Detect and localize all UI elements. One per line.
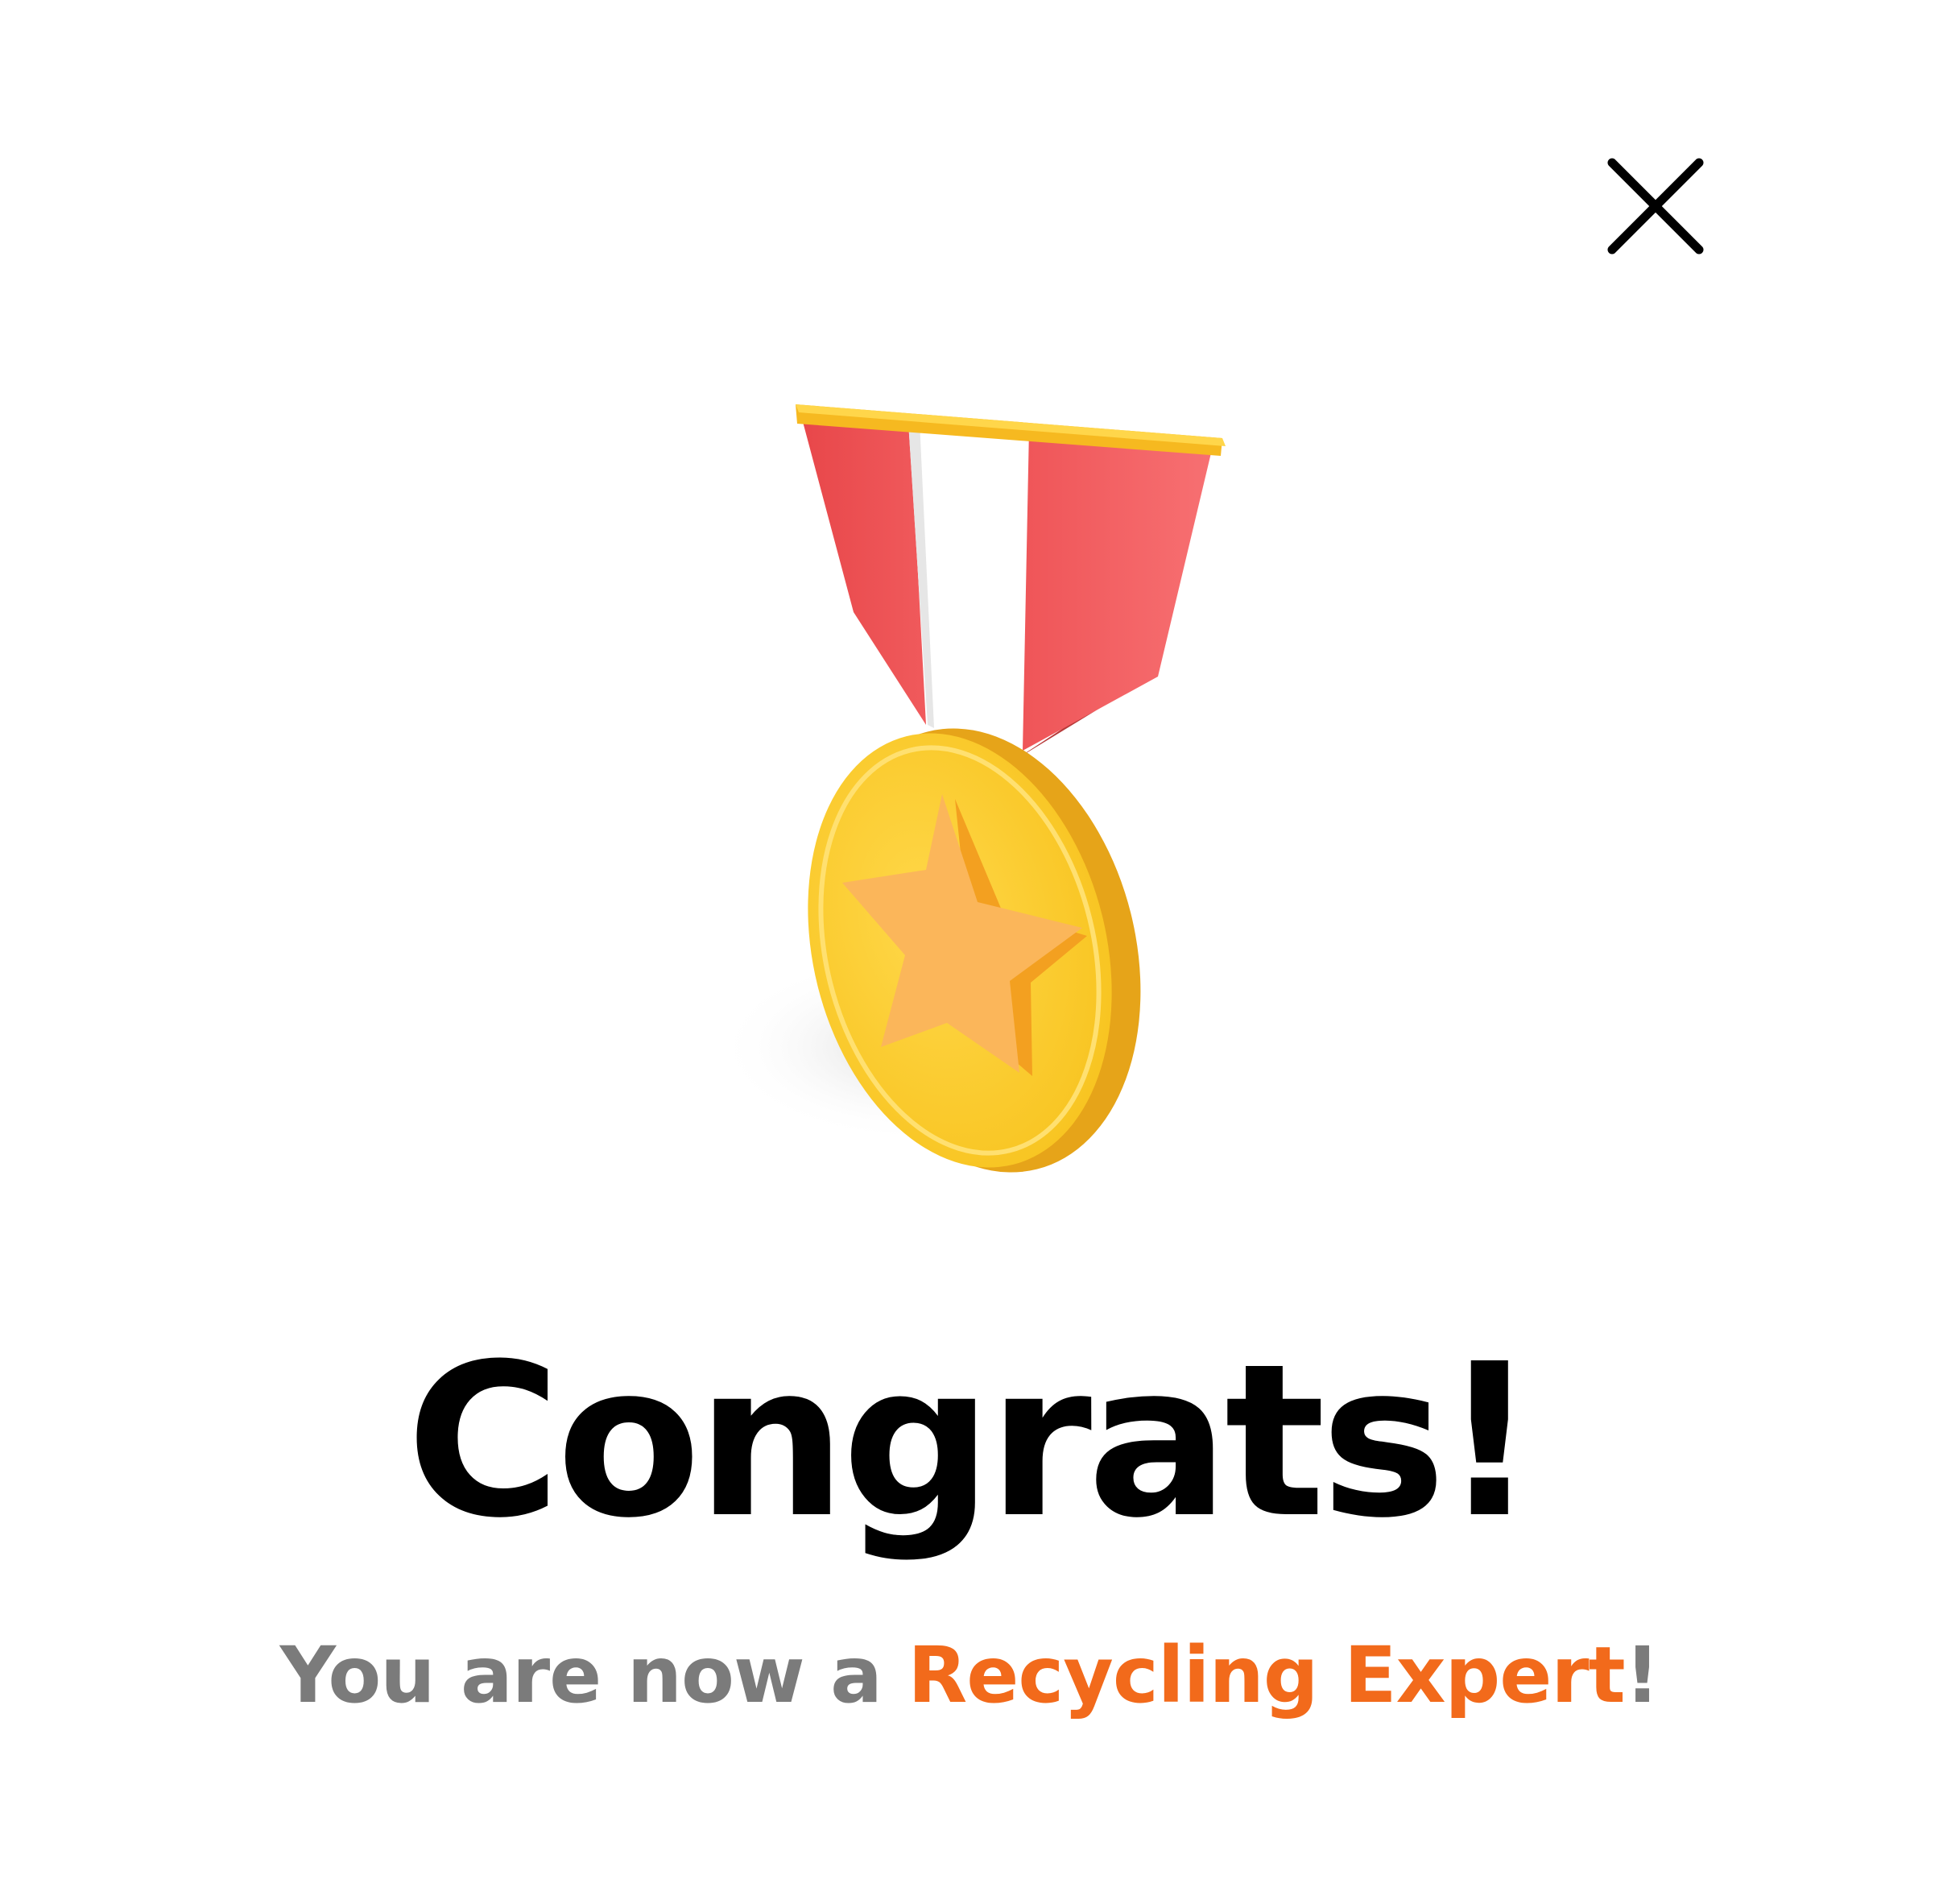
close-button[interactable] bbox=[1593, 143, 1718, 269]
medal-star-icon bbox=[717, 404, 1226, 1173]
achievement-dialog: Congrats! You are now a Recycling Expert… bbox=[0, 0, 1939, 1904]
close-icon bbox=[1607, 158, 1704, 255]
message-prefix: You are now a bbox=[279, 1630, 908, 1720]
achievement-message: You are now a Recycling Expert! bbox=[0, 1627, 1939, 1724]
message-suffix: ! bbox=[1624, 1630, 1660, 1720]
achievement-name: Recycling Expert bbox=[907, 1630, 1625, 1720]
congrats-title: Congrats! bbox=[406, 1318, 1537, 1564]
